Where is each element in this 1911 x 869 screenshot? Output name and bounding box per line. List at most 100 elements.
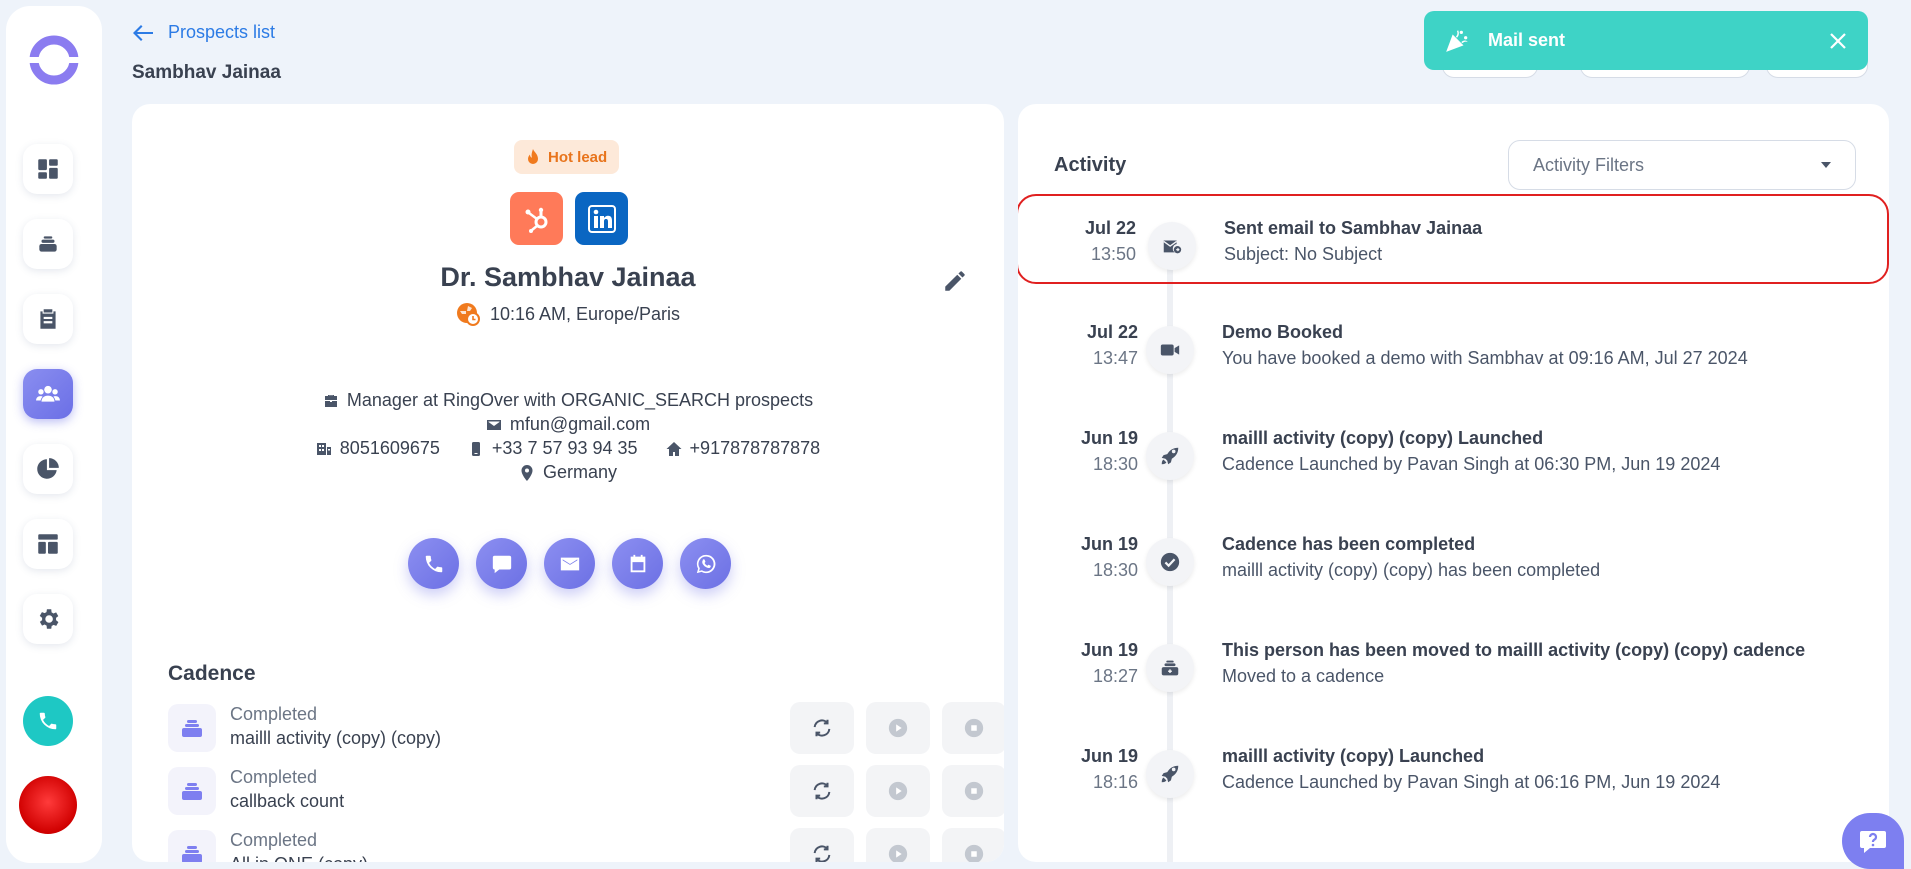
activity-filters-dropdown[interactable]: Activity Filters [1508,140,1856,190]
phone-icon [425,555,442,572]
page-title: Sambhav Jainaa [132,62,281,83]
mail-icon [560,557,579,570]
whatsapp-button[interactable] [680,538,731,589]
cadence-item[interactable]: Completed mailll activity (copy) (copy) [168,702,1004,754]
cadence-item[interactable]: Completed All in ONE (copy) [168,828,1004,862]
email-line: mfun@gmail.com [132,414,1004,435]
activity-date: Jun 19 [1080,428,1138,448]
email-button[interactable] [544,538,595,589]
activity-item[interactable]: Jun 19 18:16 mailll activity (copy) Laun… [1018,724,1889,814]
people-icon[interactable] [23,369,73,419]
map-pin-icon [521,464,533,481]
activity-item[interactable]: Jun 19 18:30 mailll activity (copy) (cop… [1018,406,1889,496]
email-value[interactable]: mfun@gmail.com [510,414,650,435]
mobile-phone[interactable]: +33 7 57 93 94 35 [492,438,638,459]
restart-cadence-button[interactable] [790,828,854,862]
activity-title-text: mailll activity (copy) Launched [1222,746,1485,766]
activity-date: Jun 19 [1080,534,1138,554]
restart-cadence-button[interactable] [790,765,854,817]
activity-date: Jun 19 [1080,746,1138,766]
local-time-label: 10:16 AM, Europe/Paris [489,303,681,324]
cadence-stack-icon[interactable] [23,219,73,269]
play-circle-icon [888,844,908,862]
activity-subtitle: Subject: No Subject [1224,244,1383,264]
user-avatar[interactable] [19,776,77,834]
activity-item[interactable]: Jul 22 13:47 Demo Booked You have booked… [1018,300,1889,390]
mobile-phone-icon [471,441,480,456]
whatsapp-icon [696,554,715,573]
hot-lead-badge: Hot lead [514,140,620,174]
play-cadence-button[interactable] [866,702,930,754]
restart-cadence-button[interactable] [790,702,854,754]
activity-date: Jul 22 [1084,218,1136,238]
party-popper-icon [1446,29,1468,52]
activity-title-text: Cadence has been completed [1222,534,1476,554]
video-icon [1146,326,1194,374]
stop-cadence-button[interactable] [942,702,1004,754]
activity-title-text: Sent email to Sambhav Jainaa [1224,218,1483,238]
activity-item[interactable]: Jun 19 18:30 Cadence has been completed … [1018,512,1889,602]
activity-time: 18:30 [1092,454,1138,474]
activity-time: 18:27 [1092,666,1138,686]
activity-title: Activity [1054,154,1127,176]
activity-subtitle: You have booked a demo with Sambhav at 0… [1222,348,1748,368]
activity-date: Jul 22 [1086,322,1138,342]
close-icon[interactable] [1828,31,1848,51]
mail-sent-icon [1148,222,1196,270]
home-phone[interactable]: +917878787878 [690,438,821,459]
refresh-icon [813,845,831,862]
local-time: 10:16 AM, Europe/Paris [132,302,1004,326]
stop-circle-icon [964,844,984,862]
sms-button[interactable] [476,538,527,589]
stop-circle-icon [964,781,984,801]
call-button[interactable] [408,538,459,589]
activity-title-text: mailll activity (copy) (copy) Launched [1222,428,1544,448]
templates-layout-icon[interactable] [23,519,73,569]
settings-gear-icon[interactable] [23,594,73,644]
cadence-status: Completed [230,704,318,724]
activity-title-text: Demo Booked [1222,322,1344,342]
mail-sent-toast: Mail sent [1424,11,1868,70]
job-title: Manager at RingOver with ORGANIC_SEARCH … [346,390,814,410]
office-building-icon [316,442,331,455]
dashboard-icon[interactable] [23,144,73,194]
activity-card: Activity Activity Filters Jul 22 13:50 S… [1018,104,1889,862]
rocket-icon [1146,750,1194,798]
app-logo-icon[interactable] [24,30,84,90]
hubspot-icon[interactable] [510,192,563,245]
chat-bubble-icon [492,555,511,573]
play-cadence-button[interactable] [866,765,930,817]
back-to-prospects-link[interactable]: Prospects list [132,22,275,43]
stop-cadence-button[interactable] [942,765,1004,817]
dialer-phone-icon[interactable] [23,696,73,746]
cadence-status: Completed [230,830,318,850]
activity-item[interactable]: Jun 19 18:27 This person has been moved … [1018,618,1889,708]
cadence-stack-icon [168,830,216,862]
play-cadence-button[interactable] [866,828,930,862]
refresh-icon [813,719,831,737]
activity-time: 18:30 [1092,560,1138,580]
activity-time: 13:47 [1092,348,1138,368]
prospect-profile-card: Hot lead Dr. Sambhav Jainaa 10:16 AM, Eu… [132,104,1004,862]
hot-lead-label: Hot lead [548,148,608,166]
job-line: Manager at RingOver with ORGANIC_SEARCH … [132,390,1004,411]
activity-title-text: This person has been moved to mailll act… [1222,640,1806,660]
activity-item[interactable]: Jul 22 13:50 Sent email to Sambhav Jaina… [1018,194,1889,284]
cadence-stack-icon [168,704,216,752]
cadence-item[interactable]: Completed callback count [168,765,1004,817]
stop-cadence-button[interactable] [942,828,1004,862]
office-phone[interactable]: 8051609675 [340,438,440,459]
contact-actions [408,538,731,589]
globe-clock-icon [456,303,480,326]
pie-chart-icon[interactable] [23,444,73,494]
schedule-button[interactable] [612,538,663,589]
activity-subtitle: Cadence Launched by Pavan Singh at 06:30… [1222,454,1721,474]
help-chat-button[interactable] [1842,813,1904,869]
envelope-icon [486,419,501,430]
edit-pencil-icon[interactable] [942,268,968,294]
tasks-clipboard-icon[interactable] [23,294,73,344]
linkedin-icon[interactable] [575,192,628,245]
cadence-stack-icon [168,767,216,815]
crm-integrations [510,192,628,245]
check-circle-icon [1146,538,1194,586]
